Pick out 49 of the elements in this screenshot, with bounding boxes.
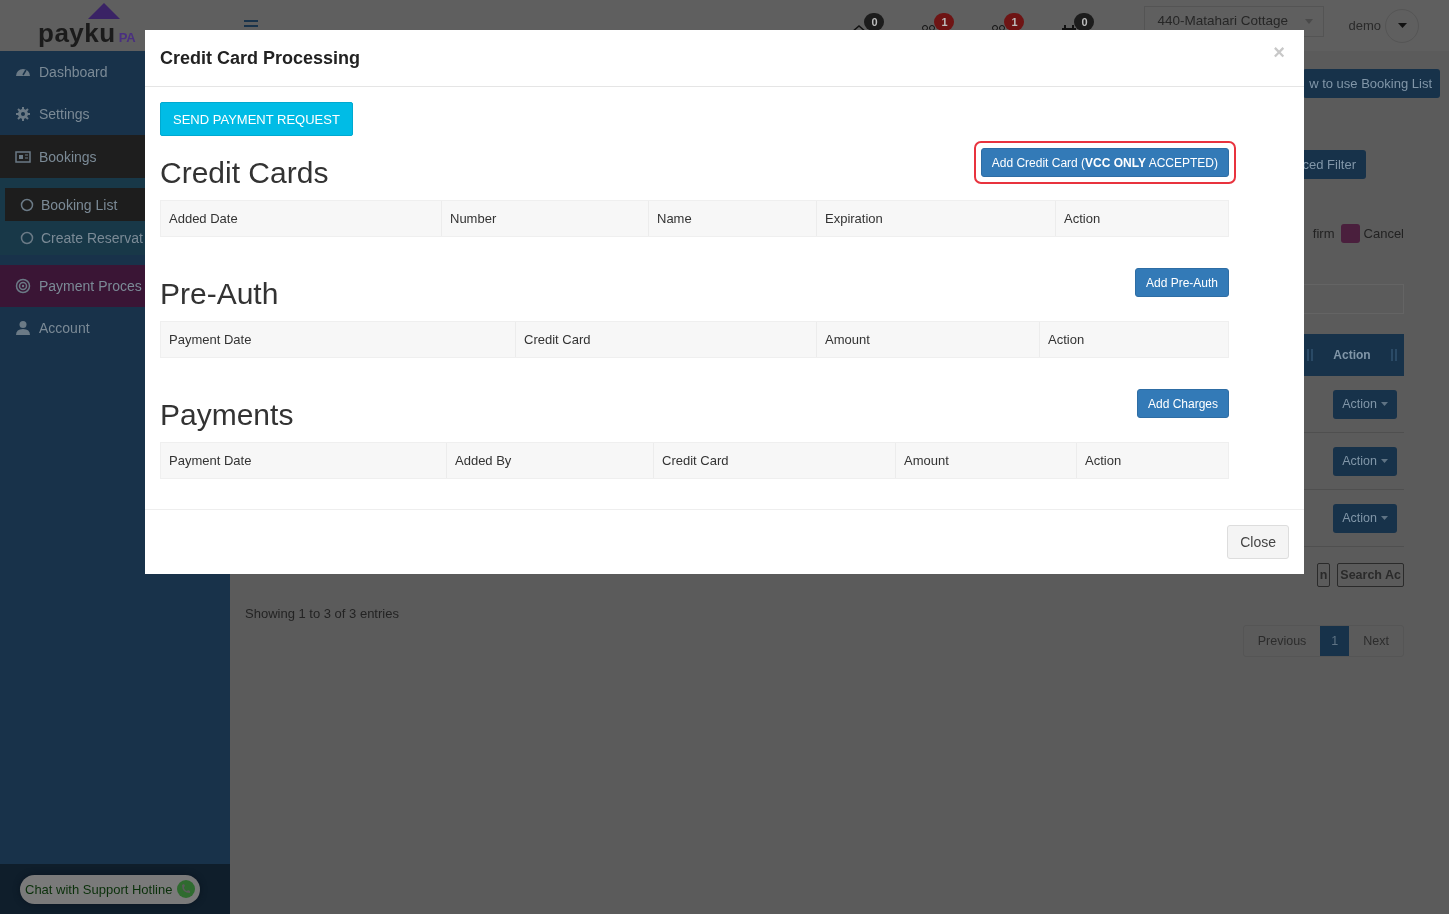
column-header: Added Date <box>161 201 442 236</box>
column-header: Action <box>1084 452 1123 470</box>
action-button[interactable]: Action <box>1333 503 1397 533</box>
chat-button[interactable]: Chat with Support Hotline <box>20 874 201 904</box>
count-badge: 0 <box>864 12 885 31</box>
column-header: Name <box>649 201 817 236</box>
column-header: Credit Card <box>516 322 817 357</box>
count-badge: 1 <box>1004 12 1025 31</box>
circle-icon <box>20 197 34 212</box>
sort-icon <box>1390 349 1398 361</box>
circle-icon <box>20 230 34 245</box>
column-header: Amount <box>817 322 1040 357</box>
add-button[interactable]: Add Credit Card (VCC ONLY ACCEPTED) <box>980 148 1229 177</box>
triangle-icon <box>88 3 120 19</box>
caret-icon <box>1381 516 1388 520</box>
send-request-button[interactable]: SEND PAYMENT REQUEST <box>160 102 353 136</box>
target-icon <box>15 278 31 294</box>
close-button[interactable]: Close <box>1227 525 1289 559</box>
caret-icon <box>1381 402 1388 406</box>
column-header: Payment Date <box>161 443 447 478</box>
column-header: Credit Card <box>654 443 896 478</box>
caret-icon <box>1381 459 1388 463</box>
column-header: Expiration <box>817 201 1056 236</box>
legend-label: firm <box>1312 225 1335 241</box>
gear-icon <box>15 106 31 122</box>
section-heading: Payments <box>160 398 294 432</box>
add-button[interactable]: Add Charges <box>1136 389 1229 418</box>
legend-label: Cancel <box>1363 225 1404 241</box>
modal-title: Credit Card Processing <box>160 47 361 69</box>
logo-wordmark: payku <box>38 18 116 48</box>
sort-icon <box>1306 349 1314 361</box>
help-button[interactable]: w to use Booking List <box>1303 69 1440 98</box>
action-button[interactable]: Action <box>1333 389 1397 419</box>
page-link[interactable]: 1 <box>1320 626 1350 656</box>
column-header: Action <box>1333 348 1371 362</box>
action-button[interactable]: Action <box>1333 446 1397 476</box>
column-header: Action <box>1047 331 1086 349</box>
count-badge: 1 <box>934 12 955 31</box>
column-header: Amount <box>896 443 1077 478</box>
column-header: Action <box>1063 210 1102 228</box>
column-header: Added By <box>447 443 654 478</box>
column-header: Number <box>442 201 649 236</box>
user-icon <box>15 320 31 336</box>
phone-icon <box>176 879 197 899</box>
count-badge: 0 <box>1074 12 1095 31</box>
add-button[interactable]: Add Pre-Auth <box>1134 268 1229 297</box>
id-card-icon <box>15 148 31 165</box>
caret-icon <box>1397 23 1407 28</box>
column-header: Payment Date <box>161 322 516 357</box>
